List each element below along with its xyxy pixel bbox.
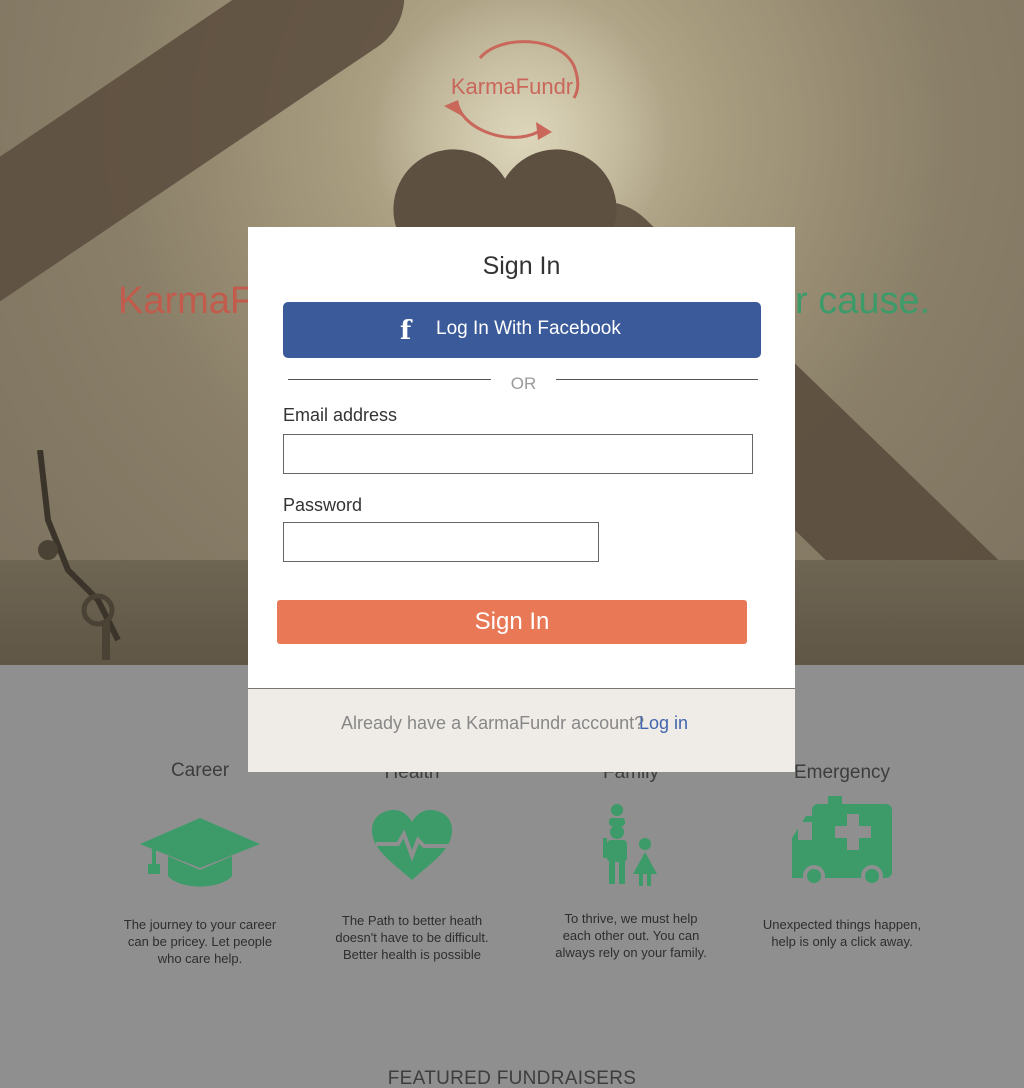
or-divider-left: [288, 379, 491, 380]
graduation-cap-icon: [140, 818, 260, 887]
family-icon: [603, 804, 657, 886]
password-input[interactable]: [283, 522, 599, 562]
category-desc: The Path to better heath doesn't have to…: [335, 913, 489, 962]
facebook-icon: f: [400, 316, 412, 346]
hero-heading-right: r cause.: [795, 280, 931, 322]
category-desc: The journey to your career can be pricey…: [123, 917, 277, 966]
sign-in-modal: Sign In f Log In With Facebook OR Email …: [248, 227, 795, 772]
heartbeat-icon: [372, 810, 452, 880]
featured-fundraisers-heading: FEATURED FUNDRAISERS: [387, 1068, 637, 1088]
email-label: Email address: [283, 405, 398, 425]
or-divider-text: OR: [510, 374, 537, 393]
existing-account-text: Already have a KarmaFundr account?: [341, 713, 645, 733]
email-input[interactable]: [283, 434, 753, 474]
hero-heading-left: KarmaF: [118, 280, 254, 322]
modal-title: Sign In: [482, 252, 561, 280]
karmafundr-logo[interactable]: KarmaFundr: [440, 36, 584, 142]
category-emergency[interactable]: Emergency Unexpected things happen, help…: [752, 762, 932, 950]
logo-text: KarmaFundr: [450, 74, 574, 99]
ambulance-icon: [792, 796, 892, 887]
log-in-link[interactable]: Log in: [639, 713, 688, 734]
category-family[interactable]: Family To thrive, we must help each othe…: [541, 762, 721, 961]
bracelet-graphic: [37, 450, 121, 660]
category-desc: Unexpected things happen, help is only a…: [762, 917, 922, 949]
facebook-login-button[interactable]: f Log In With Facebook: [283, 302, 761, 358]
category-career[interactable]: Career The journey to your career can be…: [110, 760, 290, 967]
category-health[interactable]: Health The Path to better heath doesn't …: [322, 762, 502, 963]
facebook-login-label: Log In With Facebook: [436, 318, 621, 339]
modal-footer: Already have a KarmaFundr account? Log i…: [248, 688, 795, 772]
password-label: Password: [283, 495, 363, 515]
category-desc: To thrive, we must help each other out. …: [555, 911, 707, 960]
sign-in-button[interactable]: Sign In: [277, 600, 747, 644]
or-divider-right: [556, 379, 758, 380]
